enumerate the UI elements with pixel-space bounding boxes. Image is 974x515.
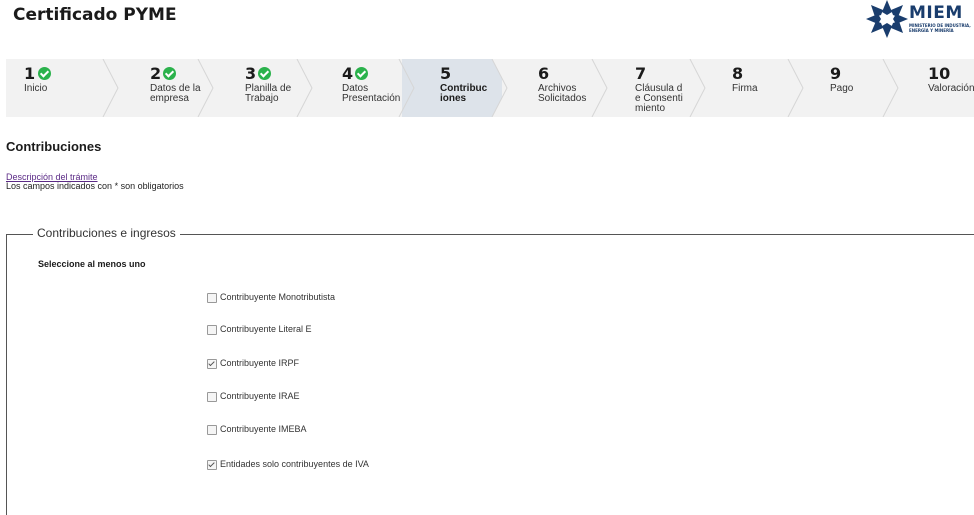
miem-emblem-icon	[866, 0, 908, 38]
fieldset-legend: Contribuciones e ingresos	[33, 226, 180, 240]
option-label: Entidades solo contribuyentes de IVA	[220, 459, 369, 469]
checkbox-checked[interactable]	[207, 460, 217, 470]
option-label: Contribuyente IRPF	[220, 358, 300, 368]
checkbox[interactable]	[207, 392, 217, 402]
contributions-fieldset	[6, 234, 974, 515]
option-label: Contribuyente IMEBA	[220, 424, 307, 434]
logo-subtitle: MINISTERIO DE INDUSTRIA, ENERGÍA Y MINER…	[909, 23, 971, 33]
required-fields-note: Los campos indicados con * son obligator…	[6, 181, 184, 191]
section-title: Contribuciones	[6, 139, 102, 154]
page-title: Certificado PYME	[13, 5, 177, 25]
checkbox-checked[interactable]	[207, 359, 217, 369]
checkbox[interactable]	[207, 425, 217, 435]
field-label: Seleccione al menos uno	[38, 259, 146, 269]
option-label: Contribuyente Monotributista	[220, 292, 336, 302]
checkbox[interactable]	[207, 325, 217, 335]
option-label: Contribuyente Literal E	[220, 324, 312, 334]
logo-wordmark: MIEM	[909, 3, 963, 23]
step-separators	[102, 59, 899, 117]
checkbox[interactable]	[207, 293, 217, 303]
progress-steps: 1 Inicio 2 Datos de la empresa 3 Planill…	[6, 59, 974, 117]
option-label: Contribuyente IRAE	[220, 391, 300, 401]
miem-logo: MIEM MINISTERIO DE INDUSTRIA, ENERGÍA Y …	[866, 0, 974, 38]
